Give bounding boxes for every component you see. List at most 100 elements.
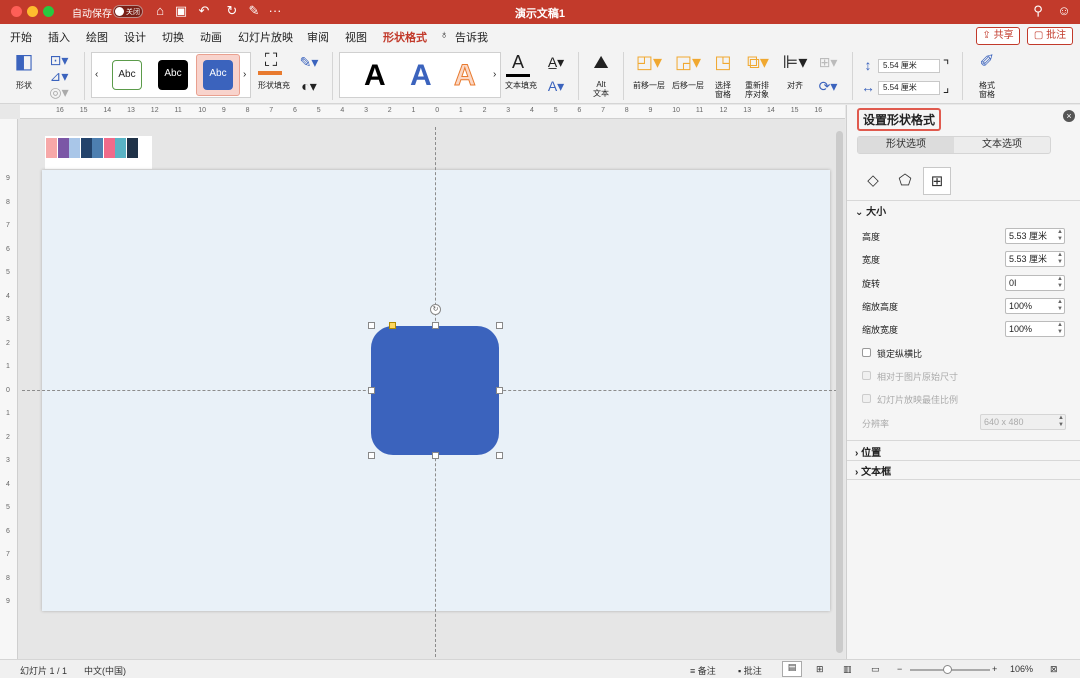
width-input[interactable]: 5.53 厘米 ▲ ▼ bbox=[1005, 251, 1065, 267]
account-icon[interactable]: ☺ bbox=[1056, 3, 1072, 19]
horizontal-ruler[interactable]: 16 15 14 13 12 11 10 9 8 7 6 5 4 3 2 1 0 1 2 3 4 5 6 7 8 9 10 11 12 1… bbox=[20, 105, 845, 119]
effects-icon[interactable]: ◐▾ bbox=[297, 78, 321, 94]
scale-width-stepper[interactable]: ▲ ▼ bbox=[1057, 322, 1063, 336]
fit-slide-icon[interactable]: ⊠ bbox=[1050, 664, 1058, 675]
comments-status-button[interactable]: ▪ 批注 bbox=[738, 664, 762, 677]
slide-sorter-icon[interactable]: ⊞ bbox=[816, 664, 824, 675]
tab-home[interactable]: 开始 bbox=[10, 29, 32, 45]
wordart-orange[interactable]: A bbox=[454, 59, 477, 93]
tab-animations[interactable]: 动画 bbox=[200, 29, 222, 45]
section-size[interactable]: ⌄ 大小 bbox=[855, 203, 886, 218]
rotate-icon[interactable]: ⟳▾ bbox=[816, 78, 840, 94]
scale-height-stepper[interactable]: ▲ ▼ bbox=[1057, 299, 1063, 313]
lock-aspect-checkbox[interactable] bbox=[862, 348, 871, 357]
resize-handle-bottom-right[interactable] bbox=[496, 452, 503, 459]
wordart-blue[interactable]: A bbox=[410, 59, 432, 93]
bring-forward-icon[interactable]: ◰▾ bbox=[633, 53, 665, 71]
text-box-icon[interactable]: ⊡▾ bbox=[48, 52, 70, 68]
normal-view-icon[interactable]: ▤ bbox=[782, 661, 802, 677]
resize-handle-right[interactable] bbox=[496, 387, 503, 394]
tab-text-options[interactable]: 文本选项 bbox=[954, 137, 1050, 153]
resolution-select[interactable]: 640 x 480 ▲ ▼ bbox=[980, 414, 1066, 430]
gallery-prev-icon[interactable]: ‹ bbox=[95, 69, 98, 80]
rounded-rectangle-shape[interactable] bbox=[371, 326, 499, 455]
text-effects-icon[interactable]: A▾ bbox=[543, 78, 569, 94]
group-icon[interactable]: ⊞▾ bbox=[816, 54, 840, 70]
scale-height-input[interactable]: 100% ▲ ▼ bbox=[1005, 298, 1065, 314]
best-scale-checkbox[interactable] bbox=[862, 394, 871, 403]
gallery-next-icon[interactable]: › bbox=[243, 69, 246, 80]
resize-handle-top[interactable] bbox=[432, 322, 439, 329]
style-black[interactable]: Abc bbox=[158, 60, 188, 90]
tab-slideshow[interactable]: 幻灯片放映 bbox=[238, 29, 293, 45]
tab-shape-options[interactable]: 形状选项 bbox=[858, 137, 954, 153]
tab-design[interactable]: 设计 bbox=[124, 29, 146, 45]
ribbon-separator bbox=[578, 52, 579, 100]
search-icon[interactable]: ⚲ bbox=[1030, 3, 1046, 19]
resize-handle-bottom[interactable] bbox=[432, 452, 439, 459]
crop-icon[interactable]: ⌝ bbox=[938, 57, 954, 73]
share-button[interactable]: ⇪ 共享 bbox=[976, 27, 1020, 45]
outline-icon[interactable]: ✎▾ bbox=[297, 54, 321, 70]
section-position[interactable]: › 位置 bbox=[855, 444, 881, 459]
width-stepper[interactable]: ▲ ▼ bbox=[1057, 252, 1063, 266]
tab-transitions[interactable]: 切换 bbox=[162, 29, 184, 45]
tab-shape-format[interactable]: 形状格式 bbox=[383, 29, 427, 50]
reading-view-icon[interactable]: ▥ bbox=[843, 664, 852, 675]
zoom-in-icon[interactable]: + bbox=[992, 664, 997, 674]
size-properties-icon[interactable]: ⊞ bbox=[923, 167, 951, 195]
notes-button[interactable]: ≡ 备注 bbox=[690, 664, 716, 677]
ribbon-width-field[interactable]: 5.54 厘米 bbox=[878, 81, 940, 95]
resize-handle-top-left[interactable] bbox=[368, 322, 375, 329]
wordart-black[interactable]: A bbox=[364, 59, 386, 93]
merge-shapes-icon[interactable]: ◎▾ bbox=[48, 84, 70, 100]
fill-line-icon[interactable]: ◇ bbox=[859, 167, 887, 195]
resize-handle-top-right[interactable] bbox=[496, 322, 503, 329]
send-backward-icon[interactable]: ◲▾ bbox=[672, 53, 704, 71]
tab-view[interactable]: 视图 bbox=[345, 29, 367, 45]
paint-bucket-icon[interactable]: ⛶ bbox=[258, 51, 284, 69]
wordart-next-icon[interactable]: › bbox=[493, 69, 496, 80]
tab-review[interactable]: 审阅 bbox=[307, 29, 329, 45]
tab-tell-me[interactable]: 告诉我 bbox=[455, 29, 488, 45]
tab-draw[interactable]: 绘图 bbox=[86, 29, 108, 45]
ruler-tick-label: 3 bbox=[364, 107, 368, 114]
style-outline[interactable]: Abc bbox=[112, 60, 142, 90]
rotation-input[interactable]: 0I ▲ ▼ bbox=[1005, 275, 1065, 291]
comments-button[interactable]: ▢ 批注 bbox=[1027, 27, 1073, 45]
language-indicator[interactable]: 中文(中国) bbox=[84, 664, 126, 677]
vertical-ruler[interactable]: 9 8 7 6 5 4 3 2 1 0 1 2 3 4 5 6 7 8 9 bbox=[0, 119, 18, 659]
height-stepper[interactable]: ▲ ▼ bbox=[1057, 229, 1063, 243]
text-outline-icon[interactable]: A̲▾ bbox=[543, 54, 569, 70]
resize-handle-bottom-left[interactable] bbox=[368, 452, 375, 459]
vertical-scrollbar[interactable] bbox=[836, 131, 843, 653]
color-palette-image[interactable] bbox=[45, 136, 152, 169]
format-pane-icon[interactable]: ✐ bbox=[974, 52, 1000, 70]
text-fill-icon[interactable]: A bbox=[506, 53, 530, 71]
rotation-stepper[interactable]: ▲ ▼ bbox=[1057, 276, 1063, 290]
ribbon-height-field[interactable]: 5.54 厘米 bbox=[878, 59, 940, 73]
rotation-handle[interactable]: ↻ bbox=[430, 304, 441, 315]
section-textbox[interactable]: › 文本框 bbox=[855, 463, 891, 478]
slideshow-icon[interactable]: ▭ bbox=[871, 664, 880, 675]
height-input[interactable]: 5.53 厘米 ▲ ▼ bbox=[1005, 228, 1065, 244]
scale-width-input[interactable]: 100% ▲ ▼ bbox=[1005, 321, 1065, 337]
style-blue[interactable]: Abc bbox=[203, 60, 233, 90]
alt-text-icon[interactable]: ⛰ bbox=[588, 53, 614, 71]
tab-insert[interactable]: 插入 bbox=[48, 29, 70, 45]
resize-handle-left[interactable] bbox=[368, 387, 375, 394]
effects-pentagon-icon[interactable]: ⬠ bbox=[891, 167, 919, 195]
zoom-out-icon[interactable]: − bbox=[897, 664, 902, 674]
reorder-icon[interactable]: ⧉▾ bbox=[742, 53, 774, 71]
shapes-icon[interactable]: ◧ bbox=[10, 52, 38, 78]
zoom-level[interactable]: 106% bbox=[1010, 664, 1033, 674]
scale-width-label: 缩放宽度 bbox=[862, 325, 899, 335]
corner-radius-handle[interactable] bbox=[389, 322, 396, 329]
align-icon[interactable]: ⊫▾ bbox=[780, 53, 810, 71]
relative-original-checkbox[interactable] bbox=[862, 371, 871, 380]
lock-ratio-icon[interactable]: ⌟ bbox=[938, 79, 954, 95]
edit-shape-icon[interactable]: ⊿▾ bbox=[48, 68, 70, 84]
close-icon[interactable]: × bbox=[1063, 110, 1075, 122]
zoom-slider-thumb[interactable] bbox=[943, 665, 952, 674]
selection-pane-icon[interactable]: ◳ bbox=[710, 53, 736, 71]
